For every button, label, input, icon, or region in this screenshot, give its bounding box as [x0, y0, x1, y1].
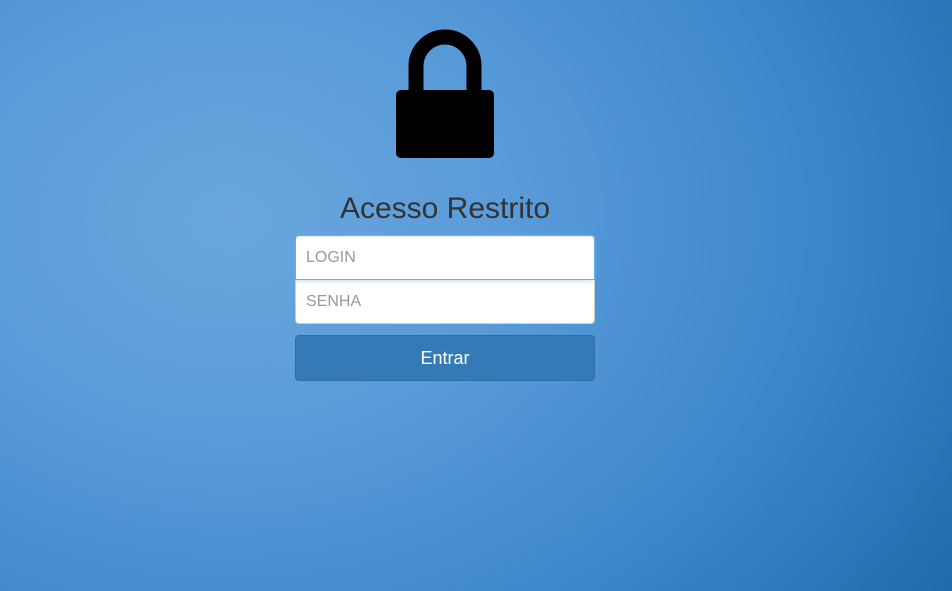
login-input[interactable]	[295, 235, 595, 280]
password-input[interactable]	[295, 279, 595, 324]
page-title: Acesso Restrito	[339, 192, 551, 225]
login-form: Entrar	[295, 235, 595, 381]
lock-icon	[396, 29, 494, 158]
login-button[interactable]: Entrar	[295, 335, 595, 381]
